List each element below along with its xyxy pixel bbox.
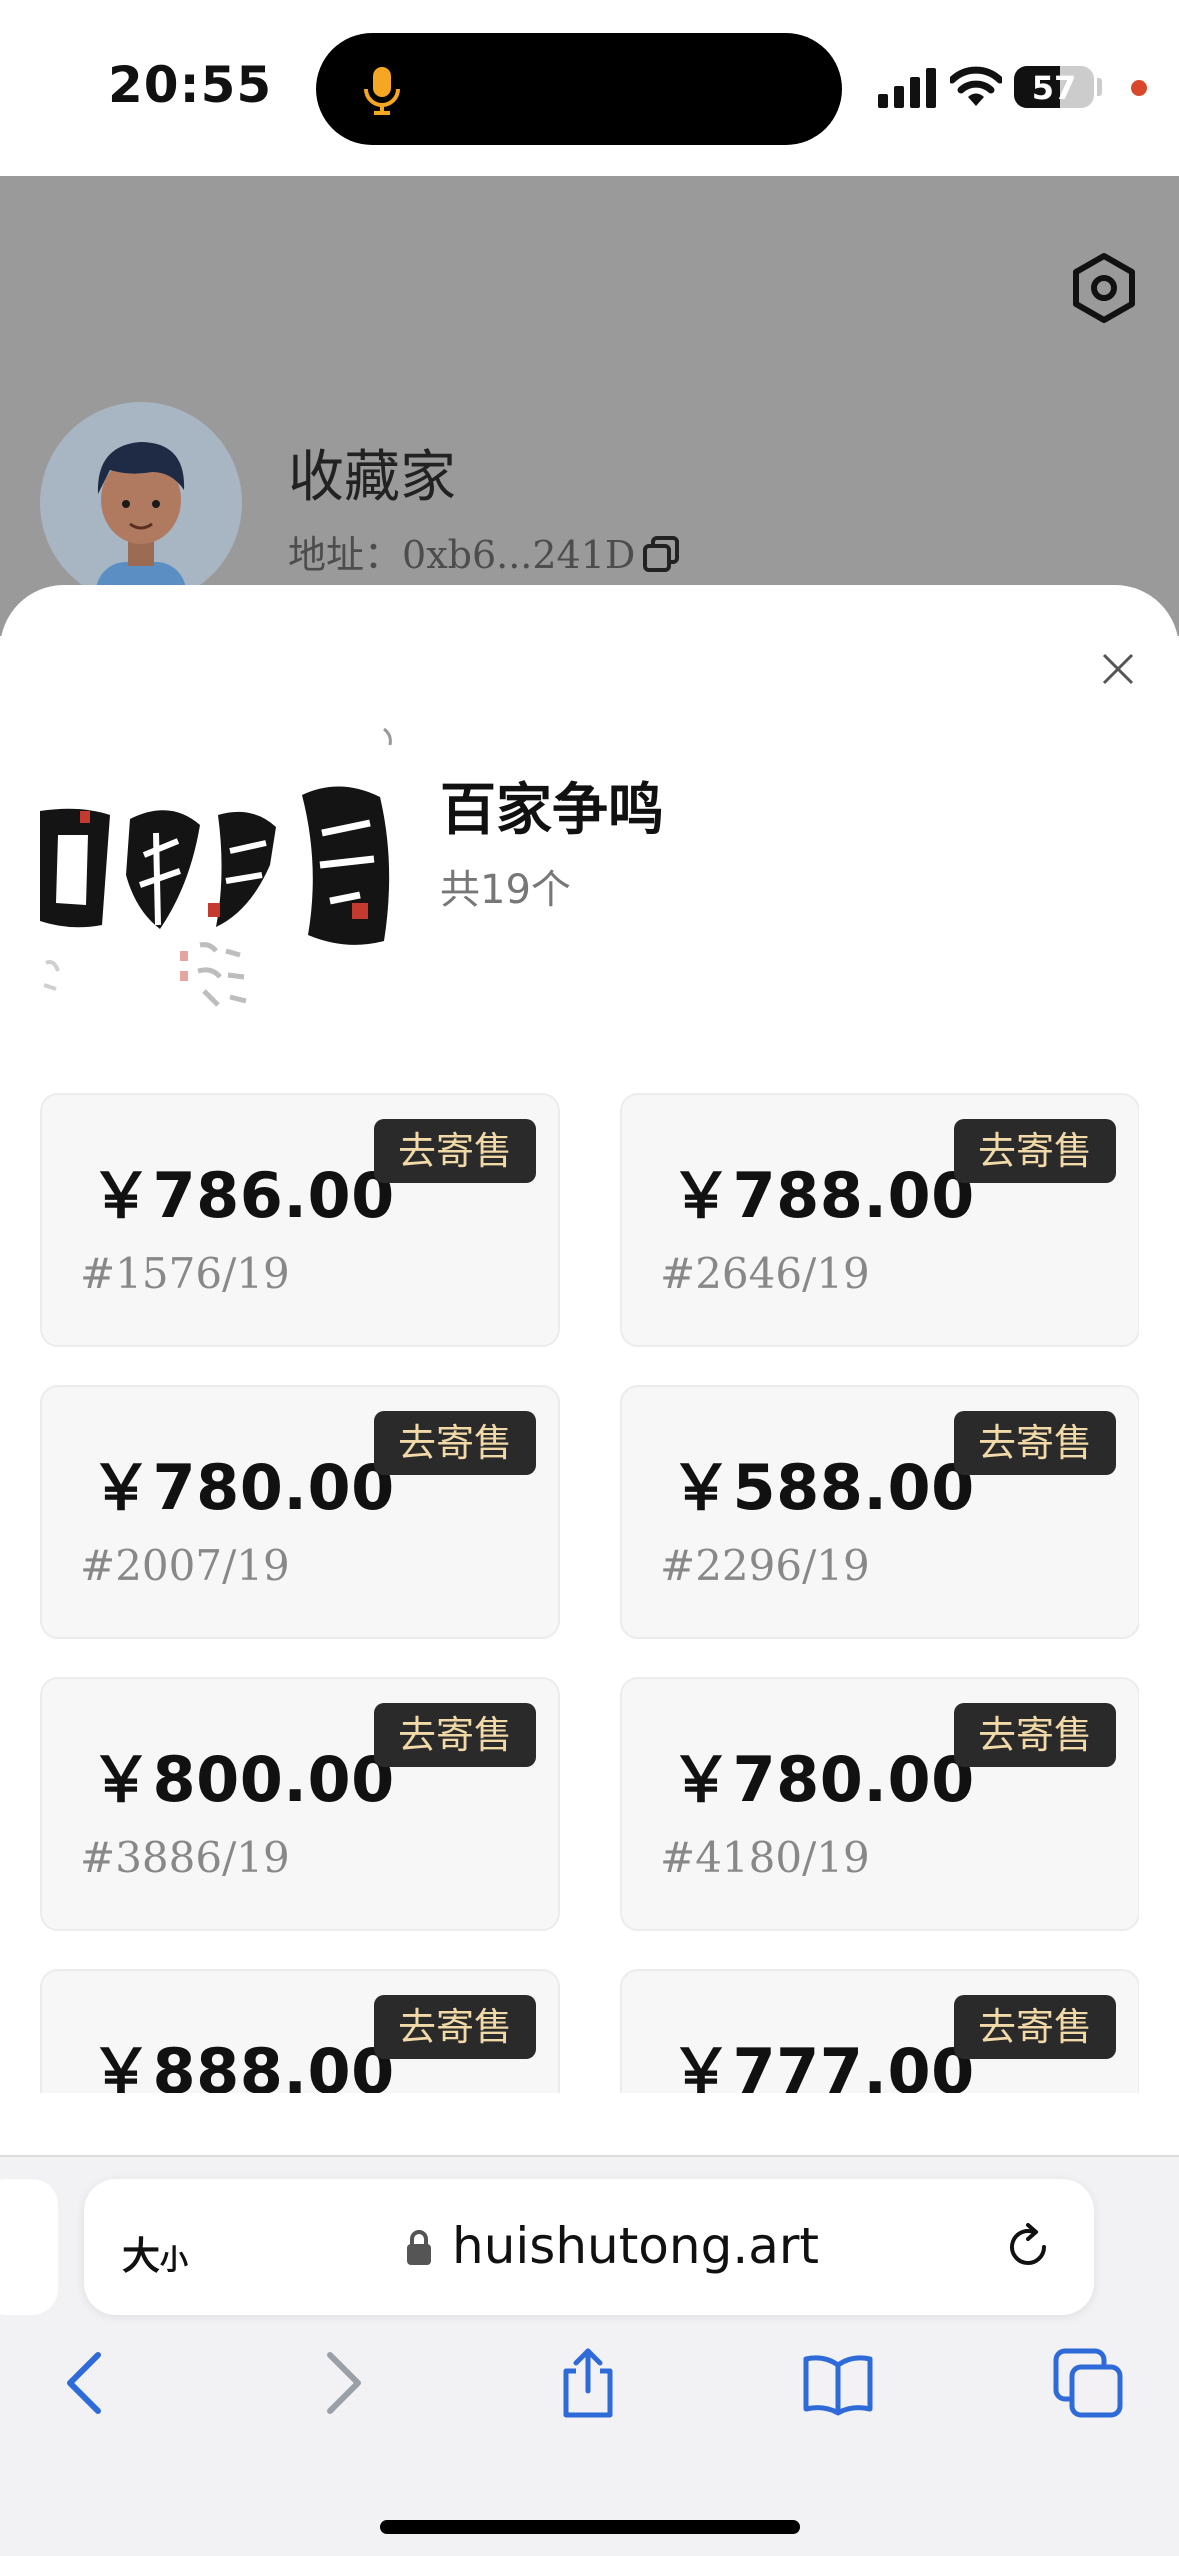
item-card[interactable]: ￥588.00 #2296/19 去寄售: [620, 1385, 1139, 1639]
item-card[interactable]: ￥788.00 #2646/19 去寄售: [620, 1093, 1139, 1347]
text-size-large: 大: [122, 2234, 161, 2278]
item-card[interactable]: ￥888.00 去寄售: [40, 1969, 560, 2093]
bookmarks-icon[interactable]: [802, 2347, 874, 2419]
previous-tab-peek[interactable]: [0, 2179, 58, 2315]
close-icon[interactable]: [1098, 649, 1138, 689]
item-price: ￥780.00: [90, 1451, 395, 1524]
item-serial: #2296/19: [660, 1541, 870, 1590]
battery-percent: 57: [1031, 69, 1077, 107]
consign-button[interactable]: 去寄售: [374, 1119, 536, 1183]
profile-header: 收藏家 地址：0xb6...241D: [0, 176, 1179, 636]
collection-cover-image: [40, 715, 400, 1017]
tabs-icon[interactable]: [1052, 2347, 1124, 2419]
item-price: ￥800.00: [90, 1743, 395, 1816]
collection-sheet: 百家争鸣 共19个 ￥786.00 #1576/19 去寄售 ￥788.00 #…: [0, 585, 1179, 2156]
battery-indicator: 57: [1014, 66, 1094, 108]
url-text[interactable]: huishutong.art: [452, 2217, 819, 2275]
consign-button[interactable]: 去寄售: [374, 1411, 536, 1475]
address-value: 0xb6...241D: [402, 533, 636, 577]
settings-icon[interactable]: [1068, 252, 1140, 324]
item-serial: #2646/19: [660, 1249, 870, 1298]
item-serial: #2007/19: [80, 1541, 290, 1590]
item-price: ￥888.00: [90, 2035, 395, 2093]
item-grid: ￥786.00 #1576/19 去寄售 ￥788.00 #2646/19 去寄…: [40, 1093, 1139, 2093]
item-serial: #4180/19: [660, 1833, 870, 1882]
share-icon[interactable]: [552, 2347, 624, 2419]
item-card[interactable]: ￥777.00 去寄售: [620, 1969, 1139, 2093]
consign-button[interactable]: 去寄售: [954, 1411, 1116, 1475]
home-indicator[interactable]: [380, 2520, 800, 2534]
item-price: ￥777.00: [670, 2035, 975, 2093]
text-size-small: 小: [160, 2243, 189, 2276]
consign-button[interactable]: 去寄售: [954, 1703, 1116, 1767]
item-serial: #3886/19: [80, 1833, 290, 1882]
consign-button[interactable]: 去寄售: [954, 1119, 1116, 1183]
wallet-address: 地址：0xb6...241D: [288, 524, 681, 579]
lock-icon: [407, 2230, 431, 2265]
recording-indicator-dot: [1131, 80, 1147, 96]
avatar-illustration: [96, 442, 186, 604]
item-price: ￥588.00: [670, 1451, 975, 1524]
collection-title: 百家争鸣: [440, 778, 664, 843]
item-card[interactable]: ￥800.00 #3886/19 去寄售: [40, 1677, 560, 1931]
copy-icon[interactable]: [641, 534, 681, 574]
address-bar[interactable]: 大小 huishutong.art: [84, 2179, 1094, 2315]
reload-icon[interactable]: [1002, 2221, 1054, 2273]
microphone-icon: [364, 67, 400, 115]
item-serial: #1576/19: [80, 1249, 290, 1298]
item-card[interactable]: ￥786.00 #1576/19 去寄售: [40, 1093, 560, 1347]
consign-button[interactable]: 去寄售: [374, 1703, 536, 1767]
address-label: 地址：: [288, 533, 403, 577]
item-card[interactable]: ￥780.00 #2007/19 去寄售: [40, 1385, 560, 1639]
status-bar: 20:55 57: [0, 0, 1179, 176]
wifi-icon: [950, 66, 1002, 106]
calligraphy-artwork: [40, 715, 400, 1017]
dynamic-island: [316, 33, 842, 145]
consign-button[interactable]: 去寄售: [954, 1995, 1116, 2059]
item-price: ￥788.00: [670, 1159, 975, 1232]
item-price: ￥780.00: [670, 1743, 975, 1816]
cellular-signal-icon: [878, 68, 936, 108]
battery-cap: [1097, 78, 1102, 96]
consign-button[interactable]: 去寄售: [374, 1995, 536, 2059]
item-card[interactable]: ￥780.00 #4180/19 去寄售: [620, 1677, 1139, 1931]
avatar[interactable]: [40, 402, 242, 604]
forward-icon[interactable]: [304, 2347, 376, 2419]
profile-name: 收藏家: [288, 445, 456, 510]
text-size-button[interactable]: 大小: [122, 2225, 188, 2280]
back-icon[interactable]: [52, 2347, 124, 2419]
item-price: ￥786.00: [90, 1159, 395, 1232]
browser-toolbar: 大小 huishutong.art: [0, 2155, 1179, 2556]
status-time: 20:55: [108, 56, 273, 114]
collection-count: 共19个: [440, 867, 571, 913]
